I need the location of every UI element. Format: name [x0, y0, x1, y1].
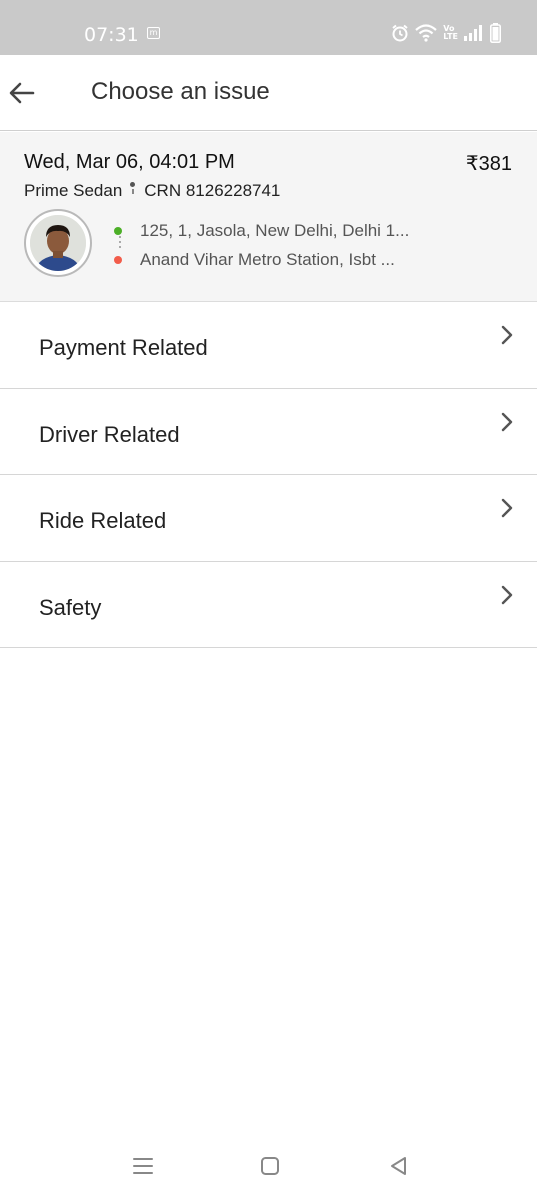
menu-item-label: Safety: [39, 594, 102, 620]
chevron-right-icon: [501, 412, 513, 431]
ride-meta: Prime Sedan CRN 8126228741: [24, 181, 280, 201]
drop-address: Anand Vihar Metro Station, Isbt ...: [140, 249, 395, 269]
menu-icon: [133, 1158, 153, 1174]
driver-avatar: [24, 209, 92, 277]
system-nav-bar: [0, 1130, 537, 1200]
home-icon: [261, 1157, 279, 1175]
menu-item-label: Ride Related: [39, 508, 167, 533]
page-title: Choose an issue: [91, 78, 270, 105]
ride-summary-card: Wed, Mar 06, 04:01 PM ₹381 Prime Sedan C…: [0, 132, 537, 302]
menu-item-payment[interactable]: Payment Related: [0, 302, 537, 389]
volte-icon: Vo LTE: [443, 24, 458, 41]
back-nav-button[interactable]: [385, 1152, 413, 1180]
pickup-row: 125, 1, Jasola, New Delhi, Delhi 1...: [114, 216, 409, 245]
arrow-left-icon: [9, 82, 35, 104]
recent-apps-button[interactable]: [129, 1152, 157, 1180]
notification-badge-icon: m: [147, 27, 160, 39]
drop-row: Anand Vihar Metro Station, Isbt ...: [114, 245, 409, 274]
menu-item-driver[interactable]: Driver Related: [0, 388, 537, 475]
menu-item-ride[interactable]: Ride Related: [0, 475, 537, 562]
separator-icon: [126, 182, 140, 200]
chevron-right-icon: [501, 585, 513, 604]
issue-menu: Payment Related Driver Related Ride Rela…: [0, 302, 537, 648]
drop-dot-icon: [114, 255, 122, 264]
battery-icon: [490, 23, 501, 43]
back-triangle-icon: [391, 1157, 406, 1175]
status-icons: Vo LTE: [391, 23, 501, 43]
car-type: Prime Sedan: [24, 181, 123, 200]
chevron-right-icon: [501, 498, 513, 518]
route-details: 125, 1, Jasola, New Delhi, Delhi 1... An…: [114, 216, 409, 274]
wifi-icon: [415, 24, 438, 42]
pickup-dot-icon: [114, 226, 122, 235]
alarm-icon: [392, 24, 408, 42]
home-button[interactable]: [256, 1152, 284, 1180]
signal-icon: [464, 25, 482, 41]
status-time: 07:31: [84, 24, 139, 46]
pickup-address: 125, 1, Jasola, New Delhi, Delhi 1...: [140, 220, 410, 240]
menu-item-safety[interactable]: Safety: [0, 561, 537, 648]
menu-item-label: Driver Related: [39, 421, 180, 447]
ride-fare: ₹381: [465, 153, 512, 175]
status-bar: 07:31 m Vo LTE: [0, 0, 537, 55]
app-bar: Choose an issue: [0, 55, 537, 131]
ride-date: Wed, Mar 06, 04:01 PM: [24, 151, 235, 173]
menu-item-label: Payment Related: [39, 335, 208, 360]
chevron-right-icon: [501, 325, 513, 345]
route-connector-icon: [119, 236, 121, 254]
crn-number: CRN 8126228741: [144, 181, 281, 200]
driver-photo: [30, 215, 86, 271]
back-button[interactable]: [6, 77, 38, 109]
